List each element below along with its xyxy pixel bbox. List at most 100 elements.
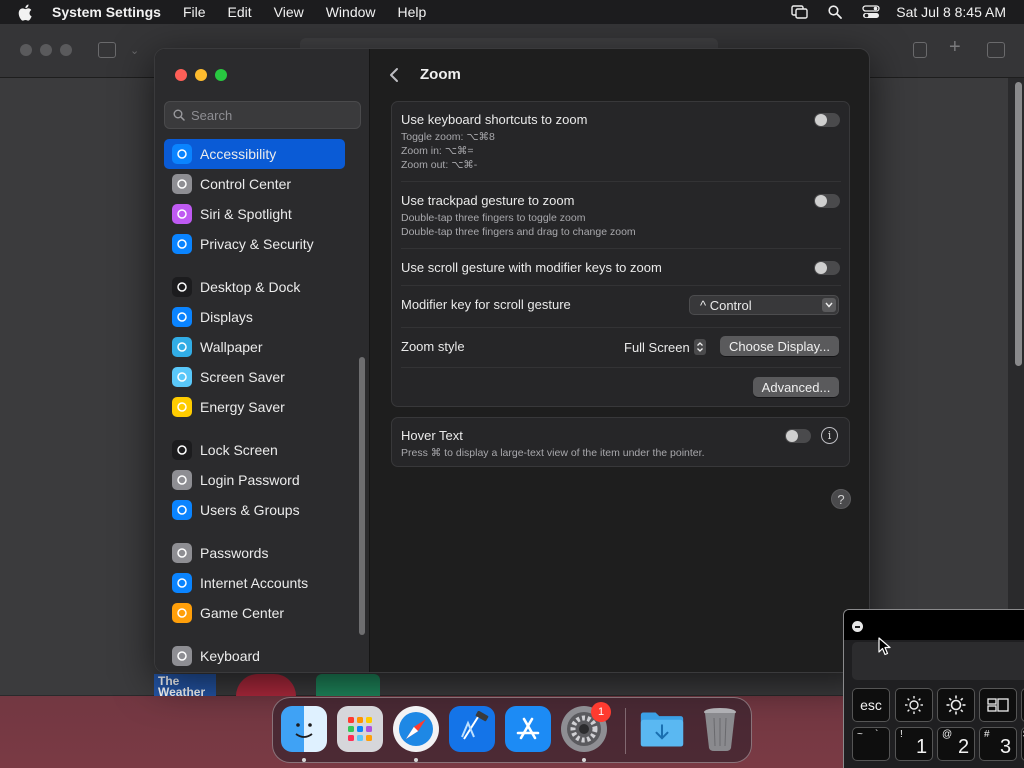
- modifier-key-popup[interactable]: ^ Control: [689, 295, 839, 315]
- sidebar-list: Accessibility Control Center Siri & Spotli…: [164, 139, 354, 671]
- sidebar-item-label: Screen Saver: [200, 369, 285, 385]
- key-2-bottom: 2: [958, 736, 970, 758]
- help-button[interactable]: ?: [831, 489, 851, 509]
- game-center-icon: [172, 603, 192, 623]
- downloads-folder-icon[interactable]: [639, 706, 685, 752]
- sidebar-item-accessibility[interactable]: Accessibility: [164, 139, 345, 169]
- advanced-button[interactable]: Advanced...: [753, 377, 839, 397]
- sidebar-item-screen-saver[interactable]: Screen Saver: [164, 362, 345, 392]
- yelp-thumbnail[interactable]: [236, 674, 296, 696]
- hover-text-description: Press ⌘ to display a large-text view of …: [401, 447, 705, 459]
- search-input[interactable]: [191, 107, 351, 123]
- share-icon[interactable]: [913, 42, 927, 58]
- apple-menu-icon[interactable]: [18, 4, 38, 21]
- sidebar-item-wallpaper[interactable]: Wallpaper: [164, 332, 345, 362]
- tab-overview-icon[interactable]: [987, 42, 1005, 58]
- sidebar-item-passwords[interactable]: Passwords: [164, 538, 345, 568]
- system-settings-window: Accessibility Control Center Siri & Spotli…: [154, 48, 870, 673]
- launchpad-icon[interactable]: [337, 706, 383, 752]
- brightness-up-icon: [946, 695, 966, 715]
- close-button[interactable]: [175, 69, 187, 81]
- sidebar-item-label: Passwords: [200, 545, 269, 561]
- xcode-icon[interactable]: [449, 706, 495, 752]
- toggle-knob: [815, 262, 827, 274]
- chevron-down-icon[interactable]: ⌄: [130, 44, 139, 57]
- menu-app-name[interactable]: System Settings: [52, 4, 161, 20]
- sidebar-item-label: Energy Saver: [200, 399, 285, 415]
- sidebar-item-desktop-dock[interactable]: Desktop & Dock: [164, 272, 345, 302]
- menu-view[interactable]: View: [274, 4, 304, 20]
- sidebar-item-displays[interactable]: Displays: [164, 302, 345, 332]
- sidebar-item-users-groups[interactable]: Users & Groups: [164, 495, 345, 525]
- key-1[interactable]: ! 1: [895, 727, 933, 761]
- safari-icon[interactable]: [393, 706, 439, 752]
- key-tilde-bottom: `: [875, 729, 879, 740]
- row-divider: [401, 285, 841, 286]
- menu-help[interactable]: Help: [398, 4, 427, 20]
- choose-display-button[interactable]: Choose Display...: [720, 336, 839, 356]
- sidebar-item-keyboard[interactable]: Keyboard: [164, 641, 345, 671]
- hand-icon: [172, 234, 192, 254]
- chevron-down-icon: [822, 298, 836, 312]
- keyboard-shortcuts-toggle[interactable]: [814, 113, 840, 127]
- sidebar-item-label: Login Password: [200, 472, 300, 488]
- sidebar-item-control-center[interactable]: Control Center: [164, 169, 345, 199]
- key-tilde[interactable]: ~ `: [852, 727, 890, 761]
- key-3[interactable]: # 3: [979, 727, 1017, 761]
- sidebar-item-label: Game Center: [200, 605, 285, 621]
- key-2[interactable]: @ 2: [937, 727, 975, 761]
- spotlight-search-icon[interactable]: [826, 5, 844, 19]
- key-mission-control[interactable]: [979, 688, 1017, 722]
- browser-close-button[interactable]: [20, 44, 32, 56]
- new-tab-icon[interactable]: +: [949, 36, 961, 59]
- sidebar-toggle-icon[interactable]: [98, 42, 116, 58]
- sidebar-item-privacy-security[interactable]: Privacy & Security: [164, 229, 345, 259]
- hover-text-toggle[interactable]: [785, 429, 811, 443]
- chevron-left-icon: [390, 68, 398, 82]
- sidebar-item-game-center[interactable]: Game Center: [164, 598, 345, 628]
- keyboard-viewer-close-button[interactable]: [852, 621, 863, 632]
- app-store-icon[interactable]: [505, 706, 551, 752]
- search-field[interactable]: [164, 101, 361, 129]
- toggle-knob: [815, 114, 827, 126]
- control-center-icon[interactable]: [862, 5, 880, 19]
- sidebar-item-login-password[interactable]: Login Password: [164, 465, 345, 495]
- settings-sidebar: Accessibility Control Center Siri & Spotli…: [155, 49, 370, 672]
- background-thumbnails: The Weather: [154, 674, 384, 696]
- siri-icon: [172, 204, 192, 224]
- back-button[interactable]: [389, 65, 405, 85]
- hover-text-info-icon[interactable]: i: [821, 427, 838, 444]
- sidebar-scrollbar[interactable]: [359, 357, 365, 635]
- screen-saver-icon: [172, 367, 192, 387]
- key-brightness-down[interactable]: [895, 688, 933, 722]
- key-brightness-up[interactable]: [937, 688, 975, 722]
- key-2-top: @: [942, 729, 953, 740]
- menu-file[interactable]: File: [183, 4, 206, 20]
- wallpaper-icon: [172, 337, 192, 357]
- browser-minimize-button[interactable]: [40, 44, 52, 56]
- screen-mirroring-icon[interactable]: [790, 5, 808, 19]
- zoom-style-popup[interactable]: Full Screen: [624, 337, 706, 357]
- trash-icon[interactable]: [697, 706, 743, 752]
- sidebar-item-energy-saver[interactable]: Energy Saver: [164, 392, 345, 422]
- minimize-button[interactable]: [195, 69, 207, 81]
- sidebar-item-siri-spotlight[interactable]: Siri & Spotlight: [164, 199, 345, 229]
- zoom-button[interactable]: [215, 69, 227, 81]
- menu-bar-clock[interactable]: Sat Jul 8 8:45 AM: [896, 4, 1006, 20]
- browser-scrollbar[interactable]: [1015, 82, 1022, 366]
- menu-bar: System Settings File Edit View Window He…: [0, 0, 1024, 24]
- sidebar-item-label: Keyboard: [200, 648, 260, 664]
- menu-edit[interactable]: Edit: [228, 4, 252, 20]
- tripadvisor-thumbnail[interactable]: [316, 674, 380, 696]
- scroll-gesture-toggle[interactable]: [814, 261, 840, 275]
- menu-window[interactable]: Window: [326, 4, 376, 20]
- key-esc[interactable]: esc: [852, 688, 890, 722]
- zoom-style-value: Full Screen: [624, 339, 690, 355]
- sidebar-item-internet-accounts[interactable]: Internet Accounts: [164, 568, 345, 598]
- browser-zoom-button[interactable]: [60, 44, 72, 56]
- weather-thumbnail[interactable]: The Weather: [154, 674, 216, 696]
- sidebar-item-lock-screen[interactable]: Lock Screen: [164, 435, 345, 465]
- finder-icon[interactable]: [281, 706, 327, 752]
- trackpad-gesture-toggle[interactable]: [814, 194, 840, 208]
